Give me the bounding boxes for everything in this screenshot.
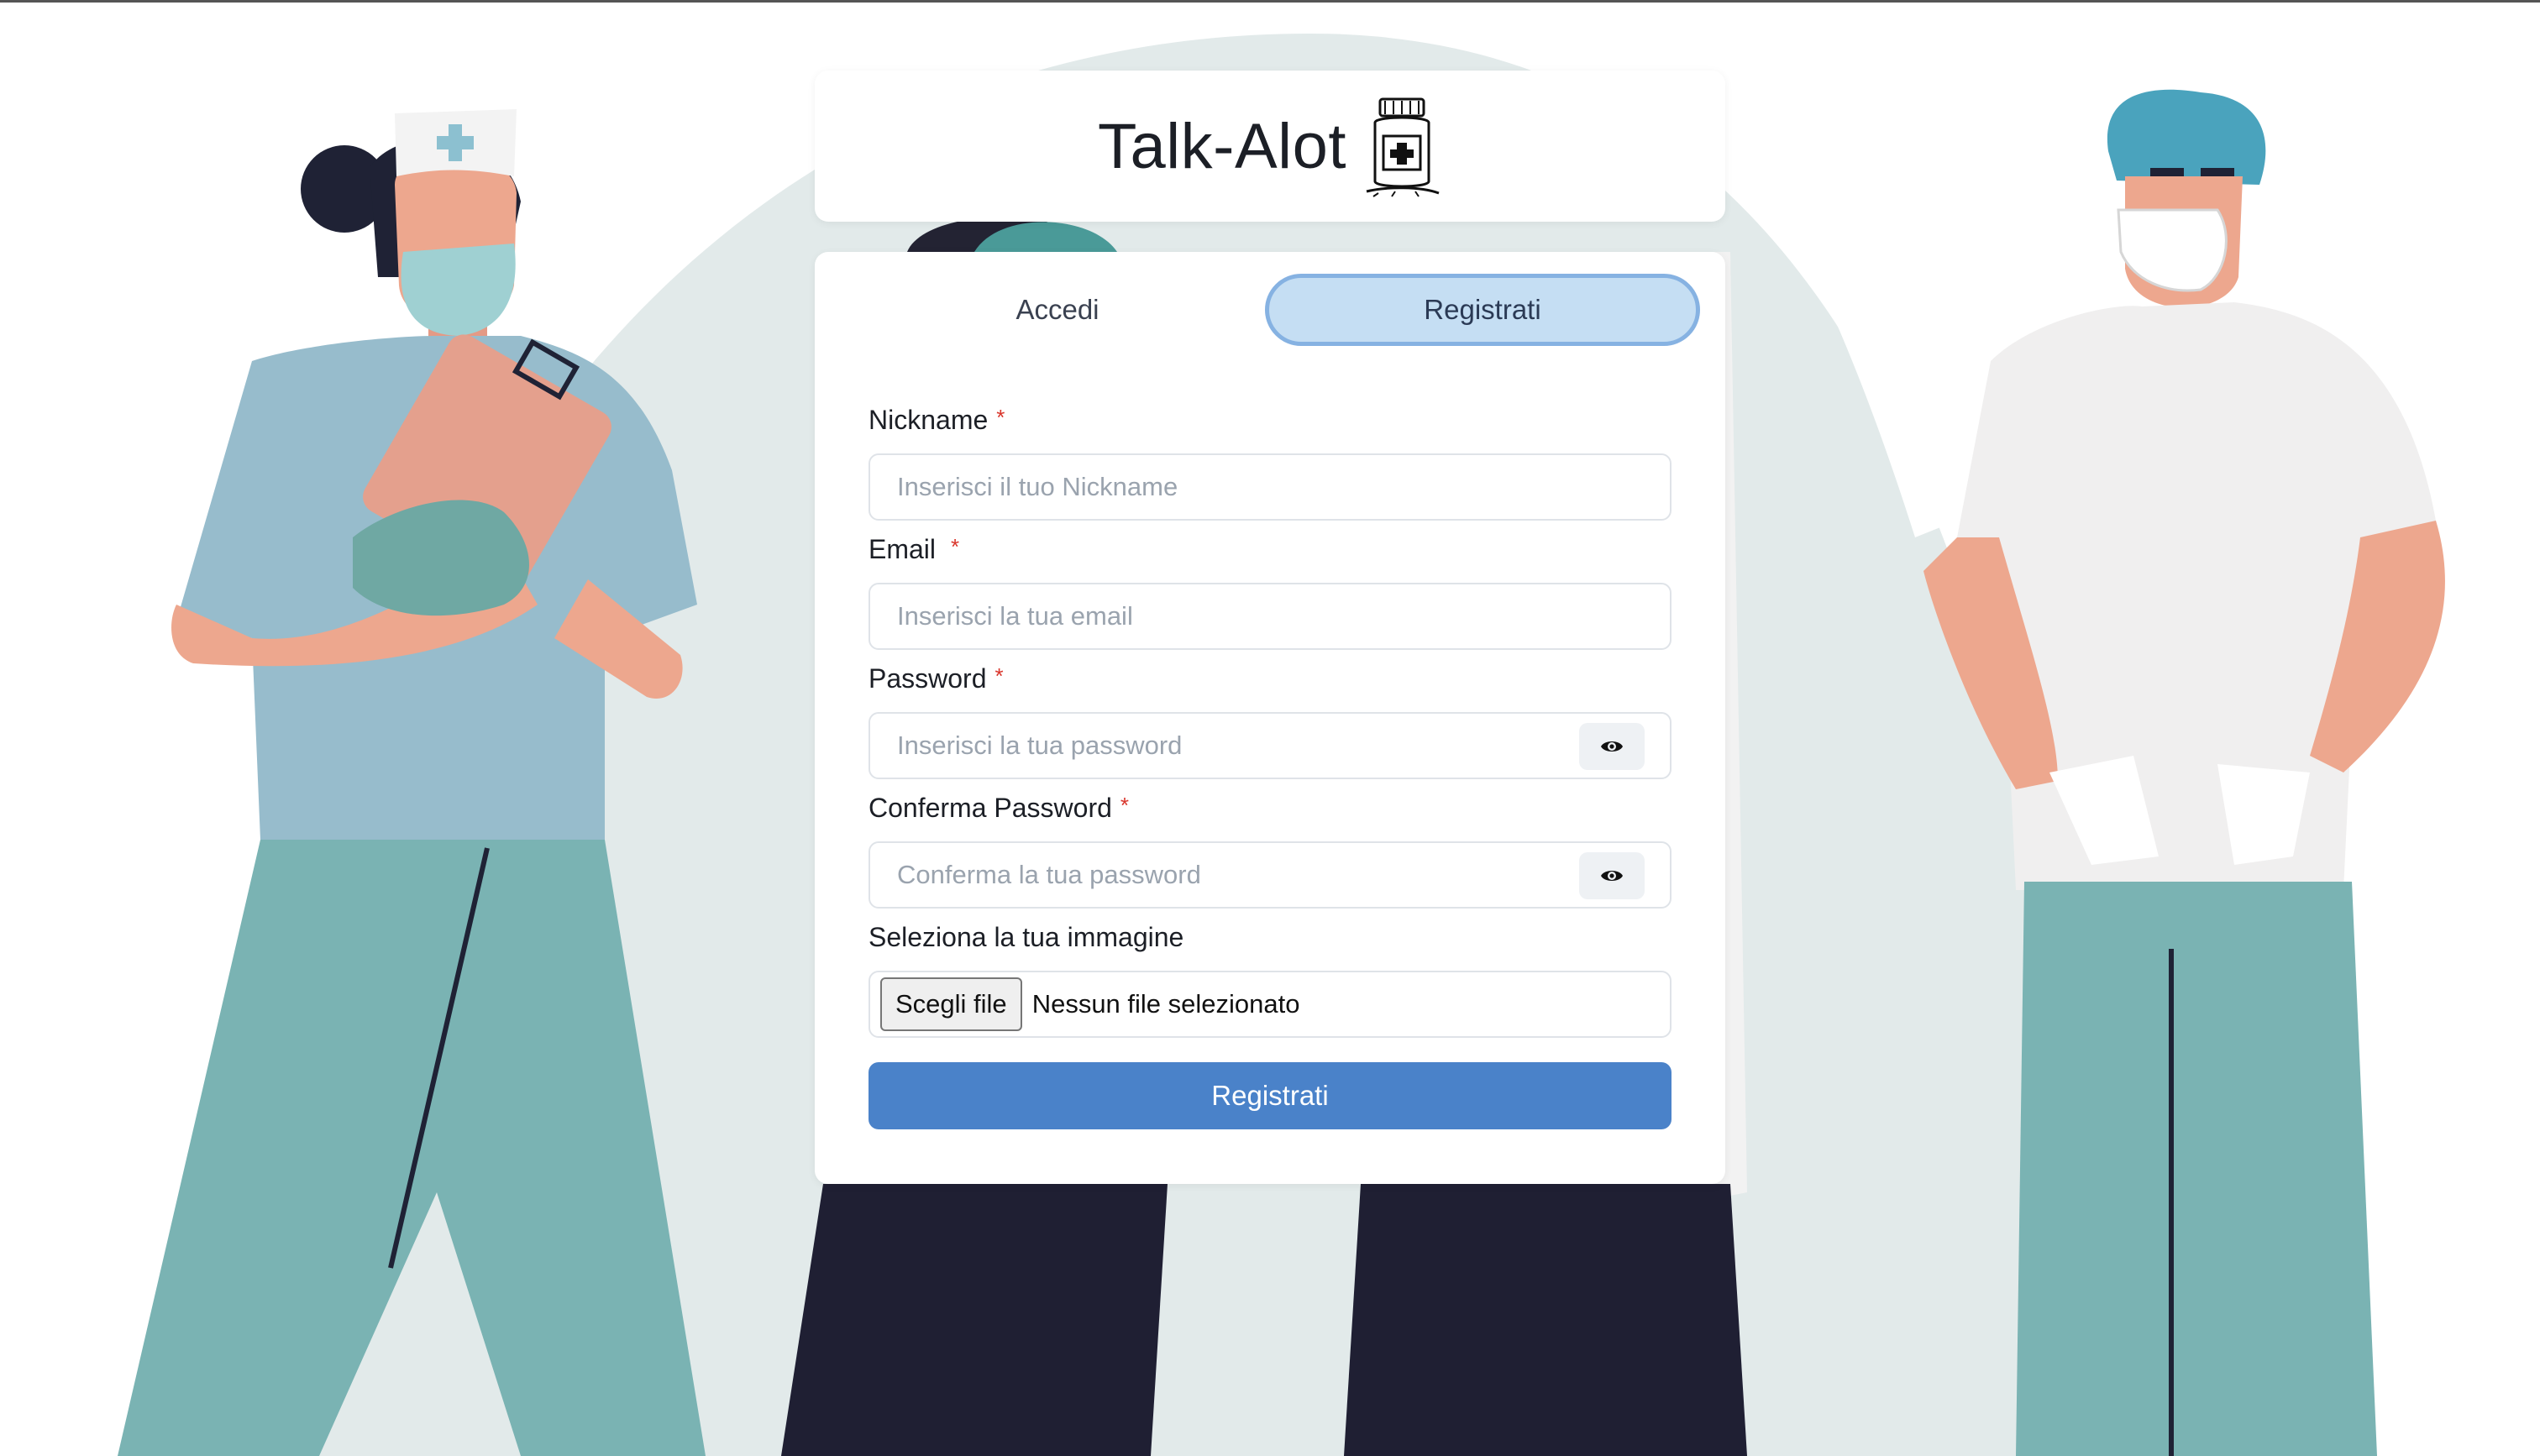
- email-field: [869, 583, 1671, 650]
- password-label: Password *: [869, 663, 1004, 694]
- email-label-text: Email: [869, 534, 937, 564]
- doctor-cap: [2107, 89, 2266, 185]
- password-input[interactable]: [870, 714, 1670, 778]
- password-label-text: Password: [869, 663, 987, 694]
- center-legs-right: [1344, 1184, 1747, 1456]
- doctor-pants: [2016, 882, 2377, 1456]
- toggle-confirm-password-visibility-button[interactable]: [1579, 852, 1645, 899]
- image-label: Seleziona la tua immagine: [869, 922, 1184, 952]
- image-file-field: Scegli file Nessun file selezionato: [869, 971, 1671, 1038]
- nurse-mask: [401, 244, 516, 336]
- password-field: [869, 712, 1671, 779]
- required-mark: *: [1120, 793, 1130, 818]
- app-title: Talk-Alot: [1098, 110, 1346, 182]
- required-mark: *: [994, 663, 1004, 689]
- center-legs-left: [781, 1184, 1168, 1456]
- register-form-card: Accedi Registrati Nickname * Email * Passw…: [815, 252, 1725, 1184]
- brand-header-card: Talk-Alot: [815, 71, 1725, 222]
- medicine-jar-icon: [1366, 97, 1440, 197]
- confirm-password-input[interactable]: [870, 843, 1670, 907]
- nickname-input[interactable]: [870, 455, 1670, 519]
- tab-accedi[interactable]: Accedi: [840, 274, 1275, 346]
- confirm-password-field: [869, 841, 1671, 909]
- required-mark: *: [996, 405, 1005, 430]
- file-status-text: Nessun file selezionato: [1031, 989, 1300, 1019]
- choose-file-button[interactable]: Scegli file: [880, 977, 1022, 1031]
- eye-icon: [1601, 741, 1623, 752]
- confirm-password-label: Conferma Password *: [869, 793, 1129, 824]
- required-mark: *: [951, 534, 960, 559]
- register-submit-button[interactable]: Registrati: [869, 1062, 1671, 1129]
- confirm-password-label-text: Conferma Password: [869, 793, 1112, 823]
- email-input[interactable]: [870, 584, 1670, 648]
- tab-registrati[interactable]: Registrati: [1265, 274, 1700, 346]
- nickname-label-text: Nickname: [869, 405, 989, 435]
- eye-icon: [1601, 871, 1623, 881]
- toggle-password-visibility-button[interactable]: [1579, 723, 1645, 770]
- nickname-label: Nickname *: [869, 405, 1005, 436]
- nickname-field: [869, 453, 1671, 521]
- email-label: Email *: [869, 534, 959, 565]
